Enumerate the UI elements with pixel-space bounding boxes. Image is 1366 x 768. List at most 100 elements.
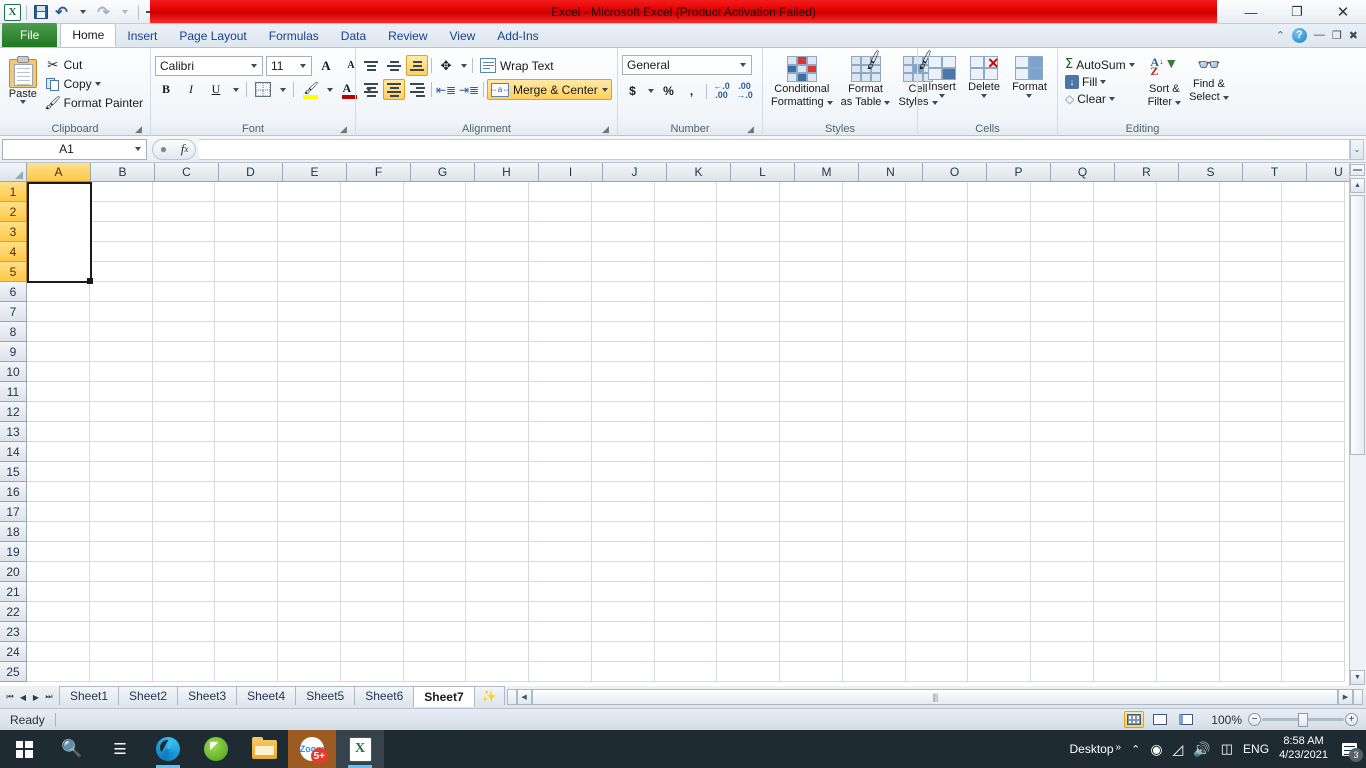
cell-R5[interactable]	[1094, 262, 1157, 282]
column-header-K[interactable]: K	[667, 163, 731, 182]
cell-N8[interactable]	[842, 322, 906, 342]
cell-B1[interactable]	[89, 182, 153, 202]
cell-E13[interactable]	[278, 422, 341, 442]
cell-T18[interactable]	[1219, 522, 1283, 542]
cell-J18[interactable]	[591, 522, 655, 542]
cell-L11[interactable]	[717, 382, 781, 402]
save-icon[interactable]	[31, 3, 50, 22]
cell-M7[interactable]	[780, 302, 843, 322]
cell-D11[interactable]	[215, 382, 279, 402]
cell-S4[interactable]	[1156, 242, 1220, 262]
cell-D3[interactable]	[215, 222, 279, 242]
cell-E1[interactable]	[278, 182, 341, 202]
cell-O20[interactable]	[905, 562, 969, 582]
cell-E10[interactable]	[278, 362, 341, 382]
cell-E21[interactable]	[278, 582, 341, 602]
cell-B10[interactable]	[89, 362, 153, 382]
cell-H21[interactable]	[466, 582, 530, 602]
cell-Q6[interactable]	[1031, 282, 1095, 302]
column-header-I[interactable]: I	[539, 163, 603, 182]
cell-C20[interactable]	[152, 562, 216, 582]
cell-I1[interactable]	[529, 182, 592, 202]
merge-and-center-button[interactable]: ⇔a⇔ Merge & Center	[487, 79, 612, 100]
cell-U15[interactable]	[1282, 462, 1345, 482]
insert-cells-button[interactable]: Insert	[924, 54, 960, 100]
cell-A13[interactable]	[27, 422, 90, 442]
row-header-23[interactable]: 23	[0, 622, 27, 642]
insert-dropdown-icon[interactable]	[939, 94, 946, 99]
cell-B8[interactable]	[89, 322, 153, 342]
cell-T2[interactable]	[1219, 202, 1283, 222]
cell-H9[interactable]	[466, 342, 530, 362]
italic-button[interactable]: I	[180, 79, 202, 100]
cell-E14[interactable]	[278, 442, 341, 462]
tab-file[interactable]: File	[2, 23, 58, 47]
cell-T5[interactable]	[1219, 262, 1283, 282]
cell-E20[interactable]	[278, 562, 341, 582]
cell-R13[interactable]	[1094, 422, 1157, 442]
desktop-peek[interactable]: Desktop »	[1070, 742, 1122, 756]
cell-R12[interactable]	[1094, 402, 1157, 422]
cell-K15[interactable]	[654, 462, 718, 482]
align-top-button[interactable]	[360, 55, 382, 76]
cell-I25[interactable]	[529, 662, 592, 682]
insert-worksheet-icon[interactable]: ✨	[473, 686, 505, 705]
cell-D18[interactable]	[215, 522, 279, 542]
cell-K8[interactable]	[654, 322, 718, 342]
wifi-icon[interactable]: ◿	[1173, 741, 1184, 758]
cell-O13[interactable]	[905, 422, 969, 442]
cell-L9[interactable]	[717, 342, 781, 362]
tab-insert[interactable]: Insert	[116, 24, 168, 47]
cell-D23[interactable]	[215, 622, 279, 642]
cell-M5[interactable]	[780, 262, 843, 282]
cell-A22[interactable]	[27, 602, 90, 622]
cell-T1[interactable]	[1219, 182, 1283, 202]
cell-R8[interactable]	[1094, 322, 1157, 342]
cell-L24[interactable]	[717, 642, 781, 662]
cell-A16[interactable]	[27, 482, 90, 502]
cell-T8[interactable]	[1219, 322, 1283, 342]
cell-C7[interactable]	[152, 302, 216, 322]
cell-Q15[interactable]	[1031, 462, 1095, 482]
alignment-dialog-launcher[interactable]: ◢	[600, 124, 611, 135]
expand-formula-bar-icon[interactable]: ⌄	[1350, 138, 1364, 160]
cell-J12[interactable]	[591, 402, 655, 422]
decrease-decimal-button[interactable]: .00 →.0	[734, 81, 755, 101]
formula-input[interactable]	[199, 138, 1350, 160]
cell-Q2[interactable]	[1031, 202, 1095, 222]
cell-T17[interactable]	[1219, 502, 1283, 522]
row-header-13[interactable]: 13	[0, 422, 27, 442]
cell-S22[interactable]	[1156, 602, 1220, 622]
cell-N18[interactable]	[842, 522, 906, 542]
cell-A24[interactable]	[27, 642, 90, 662]
cancel-formula-icon[interactable]: ●	[152, 138, 174, 160]
cell-T20[interactable]	[1219, 562, 1283, 582]
cell-H17[interactable]	[466, 502, 530, 522]
row-header-2[interactable]: 2	[0, 202, 27, 222]
cell-I4[interactable]	[529, 242, 592, 262]
cell-S13[interactable]	[1156, 422, 1220, 442]
cell-A25[interactable]	[27, 662, 90, 682]
cell-J13[interactable]	[591, 422, 655, 442]
cell-G8[interactable]	[403, 322, 467, 342]
cell-J1[interactable]	[591, 182, 655, 202]
cell-G1[interactable]	[403, 182, 467, 202]
cell-F16[interactable]	[340, 482, 404, 502]
cell-Q20[interactable]	[1031, 562, 1095, 582]
cell-U20[interactable]	[1282, 562, 1345, 582]
edge-button[interactable]	[144, 730, 192, 768]
cell-A10[interactable]	[27, 362, 90, 382]
cell-N25[interactable]	[842, 662, 906, 682]
cell-C21[interactable]	[152, 582, 216, 602]
cell-F21[interactable]	[340, 582, 404, 602]
cell-I10[interactable]	[529, 362, 592, 382]
cell-I17[interactable]	[529, 502, 592, 522]
cell-L12[interactable]	[717, 402, 781, 422]
cell-U12[interactable]	[1282, 402, 1345, 422]
cell-M11[interactable]	[780, 382, 843, 402]
cell-B14[interactable]	[89, 442, 153, 462]
cell-T10[interactable]	[1219, 362, 1283, 382]
column-header-F[interactable]: F	[347, 163, 411, 182]
cell-S24[interactable]	[1156, 642, 1220, 662]
cell-I13[interactable]	[529, 422, 592, 442]
